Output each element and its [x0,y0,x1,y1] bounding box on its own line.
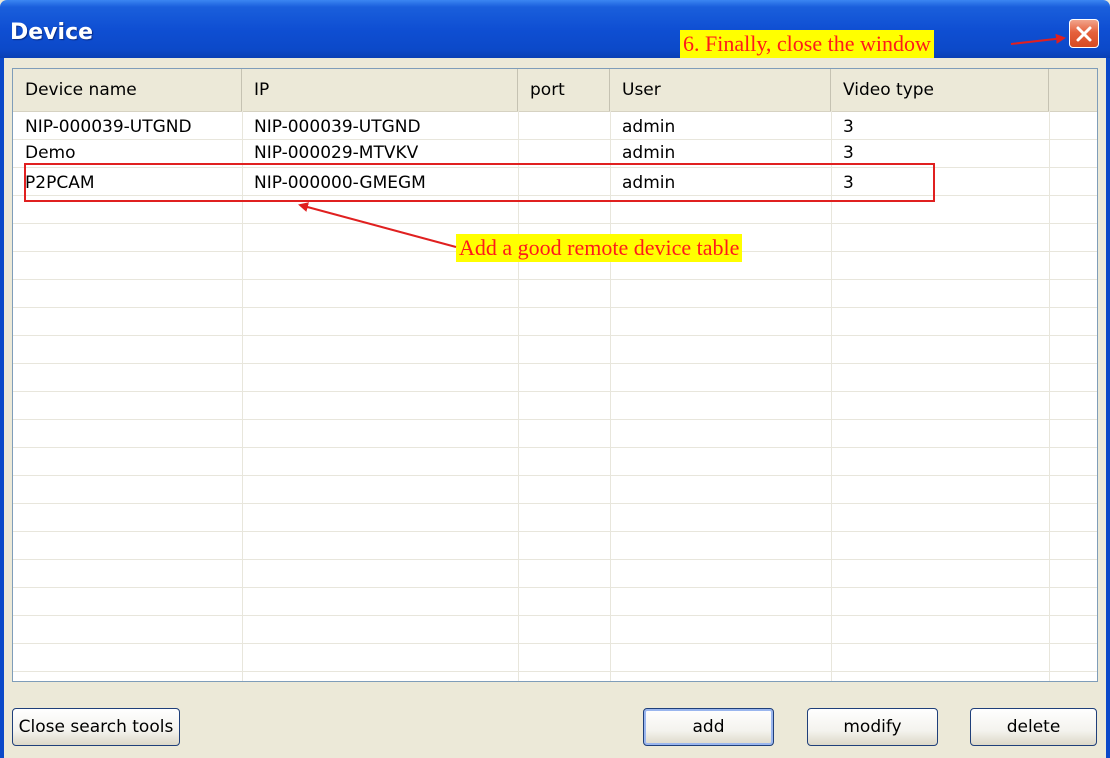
grid-line-horizontal [13,559,1097,560]
table-row[interactable]: P2PCAM NIP-000000-GMEGM admin 3 [13,169,1097,197]
cell-device-name: NIP-000039-UTGND [25,117,192,137]
grid-line-horizontal [13,223,1097,224]
column-header-filler [1049,69,1097,111]
grid-line-horizontal [13,475,1097,476]
close-search-tools-button[interactable]: Close search tools [12,708,180,746]
cell-user: admin [622,143,676,163]
close-window-callout: 6. Finally, close the window [680,30,934,58]
grid-line-horizontal [13,419,1097,420]
table-row[interactable]: NIP-000039-UTGND NIP-000039-UTGND admin … [13,113,1097,141]
close-icon [1076,26,1092,41]
grid-line-horizontal [13,671,1097,672]
window-frame-left [0,58,4,758]
device-window: Device Device name IP port User Video ty… [0,0,1110,758]
grid-line-horizontal [13,391,1097,392]
cell-ip: NIP-000039-UTGND [254,117,421,137]
grid-line-horizontal [13,615,1097,616]
grid-line-horizontal [13,531,1097,532]
table-header: Device name IP port User Video type [13,69,1097,112]
column-header-user[interactable]: User [610,69,831,111]
cell-device-name: Demo [25,143,76,163]
grid-line-horizontal [13,643,1097,644]
grid-line-horizontal [13,503,1097,504]
delete-button[interactable]: delete [970,708,1097,746]
cell-device-name: P2PCAM [25,173,95,193]
table-row[interactable]: Demo NIP-000029-MTVKV admin 3 [13,139,1097,167]
cell-video-type: 3 [843,173,854,193]
grid-line-horizontal [13,279,1097,280]
column-header-video-type[interactable]: Video type [831,69,1049,111]
cell-video-type: 3 [843,143,854,163]
grid-line-horizontal [13,167,1097,168]
title-bar[interactable]: Device [0,0,1110,58]
grid-line-horizontal [13,447,1097,448]
grid-line-horizontal [13,587,1097,588]
cell-port [518,169,610,197]
column-header-port[interactable]: port [518,69,610,111]
device-list[interactable]: Device name IP port User Video type NIP-… [12,68,1098,682]
cell-user: admin [622,173,676,193]
cell-ip: NIP-000000-GMEGM [254,173,426,193]
column-header-ip[interactable]: IP [242,69,518,111]
column-header-device-name[interactable]: Device name [13,69,242,111]
cell-port [518,139,610,167]
add-button[interactable]: add [643,708,774,746]
cell-ip: NIP-000029-MTVKV [254,143,419,163]
grid-line-horizontal [13,363,1097,364]
window-frame-right [1106,58,1110,758]
modify-button[interactable]: modify [807,708,938,746]
cell-video-type: 3 [843,117,854,137]
device-table-callout: Add a good remote device table [456,234,743,262]
grid-line-horizontal [13,335,1097,336]
cell-user: admin [622,117,676,137]
window-title: Device [10,20,94,45]
close-button[interactable] [1069,19,1099,48]
cell-port [518,113,610,141]
grid-line-horizontal [13,307,1097,308]
